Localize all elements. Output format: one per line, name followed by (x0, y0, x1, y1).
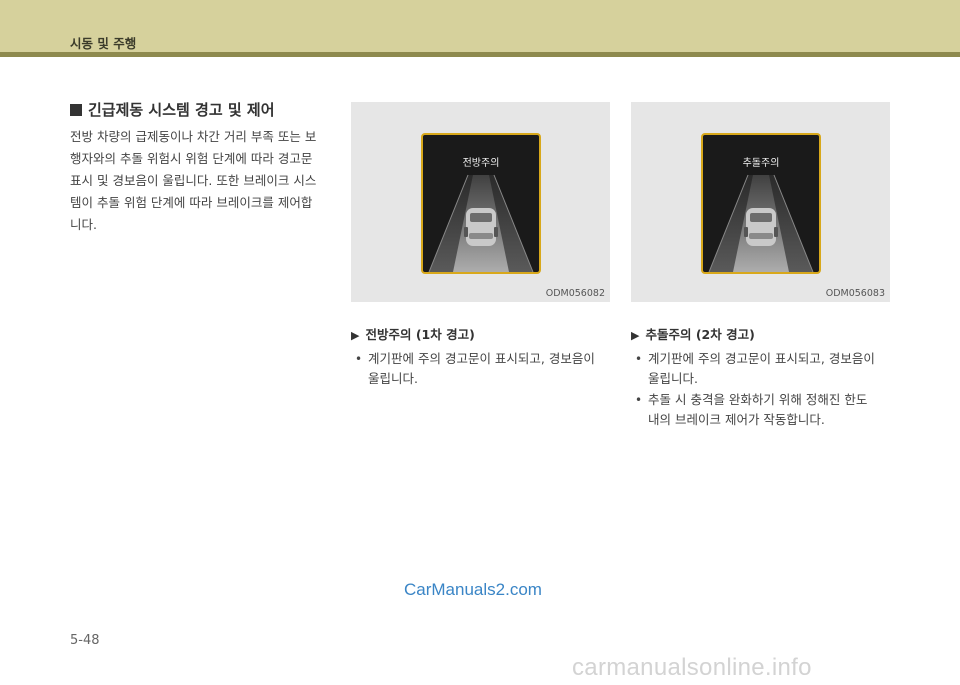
list-item: • 계기판에 주의 경고문이 표시되고, 경보음이 울립니다. (355, 351, 595, 386)
section-heading: 긴급제동 시스템 경고 및 제어 (70, 99, 275, 120)
arrow-right-icon: ▶ (351, 329, 360, 342)
bullet-dot-icon: • (635, 352, 643, 366)
figure-code: ODM056083 (825, 288, 885, 299)
section-heading-text: 긴급제동 시스템 경고 및 제어 (88, 101, 275, 119)
bullet-list-forward: • 계기판에 주의 경고문이 표시되고, 경보음이 울립니다. (353, 349, 618, 390)
list-item: • 계기판에 주의 경고문이 표시되고, 경보음이 울립니다. (635, 351, 875, 386)
arrow-right-icon: ▶ (631, 329, 640, 342)
section-body: 전방 차량의 급제동이나 차간 거리 부족 또는 보 행자와의 추돌 위험시 위… (70, 129, 317, 232)
bullet-dot-icon: • (355, 352, 363, 366)
header-bar (0, 0, 960, 52)
bullet-dot-icon: • (635, 393, 643, 407)
bullet-list-collision: • 계기판에 주의 경고문이 표시되고, 경보음이 울립니다. • 추돌 시 충격을… (633, 349, 898, 431)
screen-label: 전방주의 (462, 158, 500, 169)
figure-code: ODM056082 (545, 288, 605, 299)
figure-collision-warning: 추돌주의 ODM056083 (631, 102, 890, 302)
subheading-forward-warning: ▶ 전방주의 (1차 경고) (351, 327, 475, 342)
cluster-screen: 전방주의 (421, 133, 541, 274)
footer-watermark: carmanualsonline.info (572, 654, 812, 681)
figure-forward-warning: 전방주의 ODM056082 (351, 102, 610, 302)
watermark-link[interactable]: CarManuals2.com (404, 580, 542, 600)
list-item: • 추돌 시 충격을 완화하기 위해 정해진 한도 내의 브레이크 제어가 작동합… (635, 392, 868, 427)
screen-label: 추돌주의 (742, 158, 780, 169)
chapter-title: 시동 및 주행 (70, 36, 137, 51)
cluster-screen: 추돌주의 (701, 133, 821, 274)
subheading-collision-warning: ▶ 추돌주의 (2차 경고) (631, 327, 755, 342)
page-number: 5-48 (70, 633, 100, 648)
header-rule (0, 52, 960, 57)
square-icon (70, 104, 82, 116)
